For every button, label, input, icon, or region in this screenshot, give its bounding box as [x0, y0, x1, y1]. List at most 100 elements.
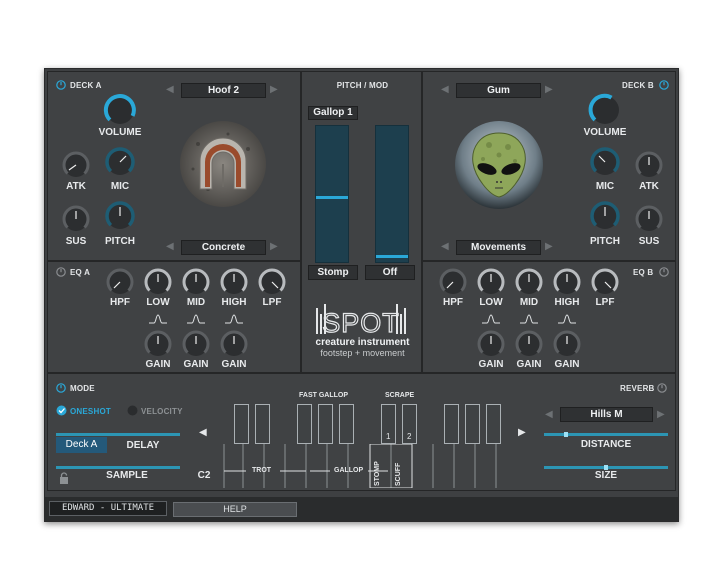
eq-b-panel: EQ B HPF LOW MID HIGH LPF GAIN GAIN GAIN	[422, 261, 676, 373]
eq-b-mid-knob[interactable]	[513, 266, 545, 298]
deck-a-panel: DECK A ◀ Hoof 2 ▶ VOLUME ATK MIC SUS PIT…	[47, 71, 301, 261]
key-white-5[interactable]	[339, 404, 354, 444]
eq-b-gain1-knob[interactable]	[475, 328, 507, 360]
keys-left-arrow[interactable]: ◀	[199, 428, 207, 438]
distance-slider[interactable]	[544, 432, 668, 437]
eq-a-gain3-knob[interactable]	[218, 328, 250, 360]
eq-b-low-knob[interactable]	[475, 266, 507, 298]
reverb-prev-arrow[interactable]: ◀	[545, 410, 553, 420]
key-white-8[interactable]	[444, 404, 459, 444]
eq-b-hpf-knob[interactable]	[437, 266, 469, 298]
velocity-label[interactable]: VELOCITY	[141, 407, 183, 416]
deck-a-pitch-knob[interactable]	[103, 199, 137, 233]
eq-a-high-knob[interactable]	[218, 266, 250, 298]
reverb-power-icon[interactable]	[657, 383, 667, 393]
deck-a-surface-select[interactable]: Concrete	[181, 240, 266, 255]
delay-slider-track[interactable]	[56, 433, 180, 436]
pitch-mod-panel: PITCH / MOD Gallop 1 Stomp Off SPOT crea…	[301, 71, 422, 373]
eq-b-gain3-knob[interactable]	[551, 328, 583, 360]
deck-b-surface-select[interactable]: Movements	[456, 240, 541, 255]
deck-b-next-arrow[interactable]: ▶	[545, 85, 553, 95]
deck-b-surface-prev[interactable]: ◀	[441, 242, 449, 252]
key-scrape-2[interactable]: 2	[402, 404, 417, 444]
eq-b-title: EQ B	[633, 268, 654, 277]
lock-icon[interactable]	[59, 472, 69, 484]
key-white-2[interactable]	[255, 404, 270, 444]
pitch-mod-right-mode[interactable]: Off	[365, 265, 415, 280]
deck-b-mic-label: MIC	[595, 181, 615, 192]
size-slider[interactable]	[544, 465, 668, 470]
oneshot-label[interactable]: ONESHOT	[70, 407, 111, 416]
eq-a-hpf-label: HPF	[110, 297, 130, 308]
eq-b-low-label: LOW	[479, 297, 503, 308]
pitch-mod-left-mode[interactable]: Stomp	[308, 265, 358, 280]
deck-b-prev-arrow[interactable]: ◀	[441, 85, 449, 95]
eq-a-title: EQ A	[70, 268, 91, 277]
deck-b-pitch-knob[interactable]	[588, 199, 622, 233]
deck-select-box[interactable]: Deck A	[56, 437, 107, 453]
eq-b-gain2-knob[interactable]	[513, 328, 545, 360]
deck-b-title: DECK B	[622, 81, 654, 90]
pitch-mod-preset[interactable]: Gallop 1	[308, 106, 358, 120]
reverb-preset-select[interactable]: Hills M	[560, 407, 653, 422]
pitch-mod-right-fader-handle[interactable]	[376, 255, 408, 258]
key-white-9[interactable]	[465, 404, 480, 444]
key-white-4[interactable]	[318, 404, 333, 444]
pitch-mod-right-fader[interactable]	[375, 125, 409, 263]
bottom-panel: MODE ONESHOT VELOCITY Deck A DELAY SAMPL…	[47, 373, 676, 491]
deck-a-surface-next[interactable]: ▶	[270, 242, 278, 252]
eq-b-power-icon[interactable]	[659, 267, 669, 277]
eq-a-gain1-knob[interactable]	[142, 328, 174, 360]
mode-power-icon[interactable]	[56, 383, 66, 393]
key-scrape-1[interactable]: 1	[381, 404, 396, 444]
eq-a-hpf-knob[interactable]	[104, 266, 136, 298]
deck-b-mic-knob[interactable]	[588, 145, 622, 179]
velocity-radio-icon[interactable]	[127, 405, 138, 416]
deck-b-power-icon[interactable]	[659, 80, 669, 90]
eq-b-lpf-knob[interactable]	[589, 266, 621, 298]
keys-right-arrow[interactable]: ▶	[518, 428, 526, 438]
gallop-label: GALLOP	[334, 467, 364, 474]
deck-b-preset-select[interactable]: Gum	[456, 83, 541, 98]
deck-a-prev-arrow[interactable]: ◀	[166, 85, 174, 95]
help-tab[interactable]: HELP	[173, 502, 297, 517]
deck-a-next-arrow[interactable]: ▶	[270, 85, 278, 95]
reverb-next-arrow[interactable]: ▶	[657, 410, 665, 420]
eq-a-mid-knob[interactable]	[180, 266, 212, 298]
eq-b-high-knob[interactable]	[551, 266, 583, 298]
eq-b-mid-label: MID	[519, 297, 539, 308]
eq-b-low-bell-icon	[482, 314, 500, 324]
eq-a-power-icon[interactable]	[56, 267, 66, 277]
pitch-mod-left-fader-handle[interactable]	[316, 196, 348, 199]
deck-a-preset-select[interactable]: Hoof 2	[181, 83, 266, 98]
deck-b-surface-next[interactable]: ▶	[545, 242, 553, 252]
deck-b-atk-knob[interactable]	[633, 149, 665, 181]
deck-a-volume-label: VOLUME	[98, 127, 142, 138]
key-white-3[interactable]	[297, 404, 312, 444]
key-white-10[interactable]	[486, 404, 501, 444]
eq-b-high-bell-icon	[558, 314, 576, 324]
deck-b-volume-knob[interactable]	[585, 90, 625, 128]
deck-b-pitch-label: PITCH	[590, 236, 620, 247]
distance-slider-thumb[interactable]	[564, 432, 568, 437]
deck-a-mic-knob[interactable]	[103, 145, 137, 179]
sample-slider-track[interactable]	[56, 466, 180, 469]
deck-a-volume-knob[interactable]	[100, 90, 140, 128]
deck-b-sus-knob[interactable]	[633, 203, 665, 235]
fast-gallop-label: FAST GALLOP	[299, 392, 348, 399]
eq-b-gain2-label: GAIN	[516, 359, 542, 370]
deck-a-atk-knob[interactable]	[60, 149, 92, 181]
deck-a-surface-prev[interactable]: ◀	[166, 242, 174, 252]
eq-a-gain2-knob[interactable]	[180, 328, 212, 360]
deck-a-sus-knob[interactable]	[60, 203, 92, 235]
eq-b-hpf-label: HPF	[443, 297, 463, 308]
eq-a-lpf-knob[interactable]	[256, 266, 288, 298]
deck-a-sus-label: SUS	[65, 236, 87, 247]
eq-a-gain3-label: GAIN	[221, 359, 247, 370]
deck-a-power-icon[interactable]	[56, 80, 66, 90]
key-white-1[interactable]	[234, 404, 249, 444]
preset-name-tab[interactable]: EDWARD - ULTIMATE	[49, 501, 167, 516]
eq-a-low-knob[interactable]	[142, 266, 174, 298]
pitch-mod-left-fader[interactable]	[315, 125, 349, 263]
oneshot-check-icon[interactable]	[56, 405, 67, 416]
